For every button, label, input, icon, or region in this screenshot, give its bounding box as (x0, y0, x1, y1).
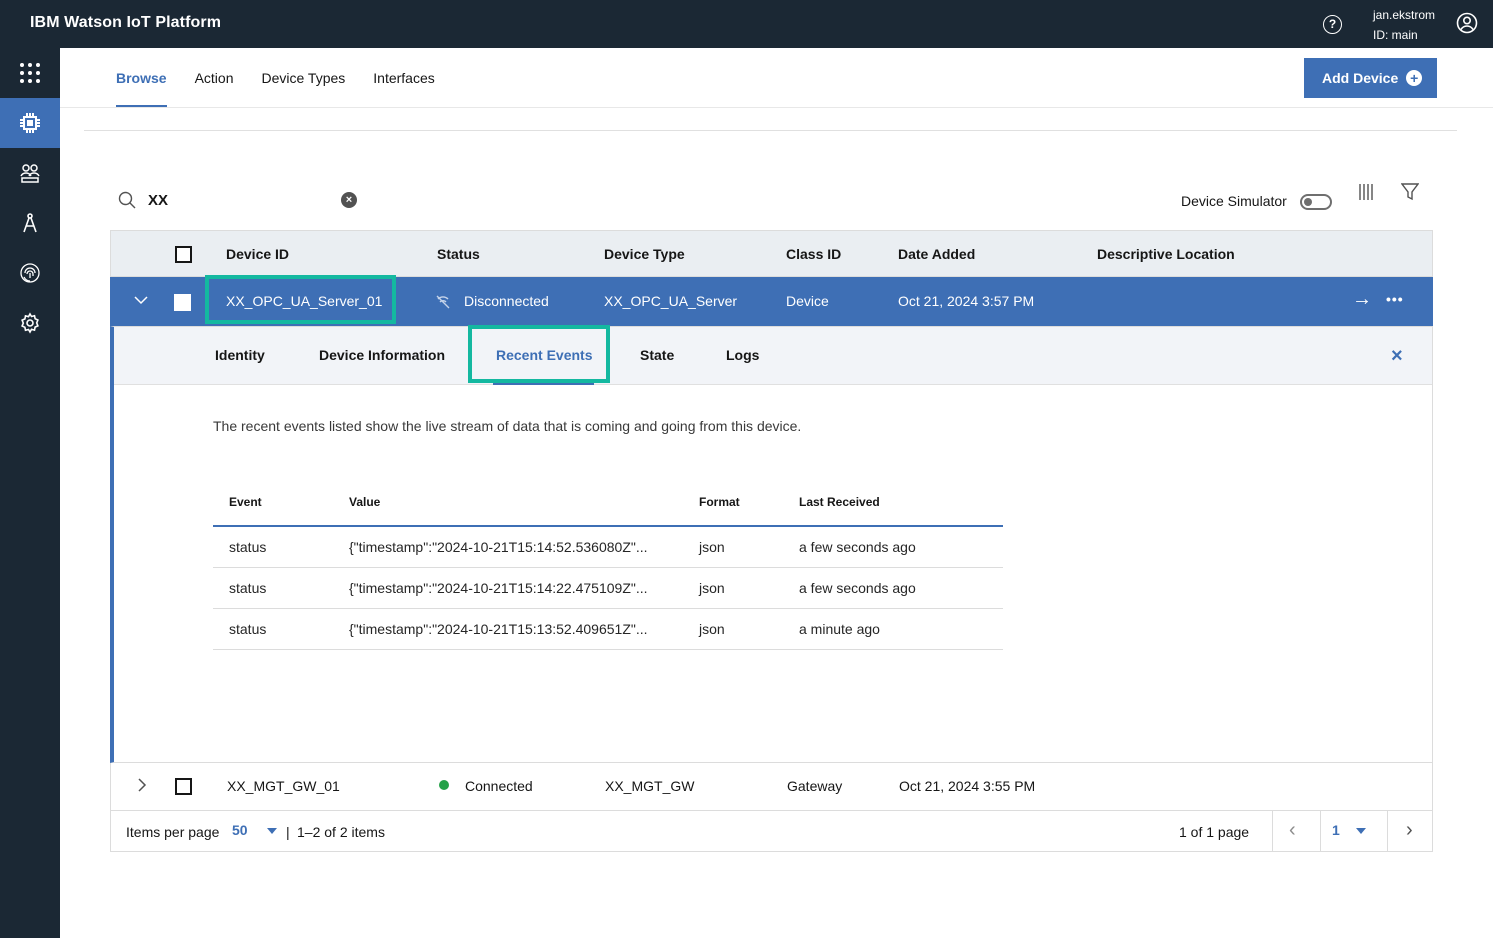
left-sidebar (0, 48, 60, 938)
add-circle-icon: + (1406, 70, 1423, 86)
disconnected-icon (436, 295, 450, 309)
event-value: {"timestamp":"2024-10-21T15:13:52.409651… (349, 621, 648, 637)
compass-apps-icon[interactable] (0, 198, 60, 248)
close-icon[interactable]: × (1391, 345, 1403, 368)
device-id-cell[interactable]: XX_MGT_GW_01 (227, 778, 340, 794)
event-name: status (229, 621, 267, 637)
apps-grid-icon[interactable] (0, 48, 60, 98)
events-header-last-received: Last Received (799, 495, 880, 509)
event-format: json (699, 580, 725, 596)
app-title[interactable]: IBM Watson IoT Platform (30, 14, 221, 32)
row-checkbox[interactable] (174, 294, 191, 311)
tab-state[interactable]: State (640, 347, 674, 363)
search-icon (118, 191, 136, 209)
class-id-cell: Device (786, 293, 829, 309)
search-input[interactable] (148, 189, 338, 211)
date-added-cell: Oct 21, 2024 3:55 PM (899, 778, 1036, 794)
device-simulator-label: Device Simulator (1181, 193, 1287, 209)
header-descriptive-location[interactable]: Descriptive Location (1097, 246, 1235, 262)
chip-devices-icon[interactable] (0, 98, 60, 148)
next-page-button[interactable]: › (1406, 819, 1413, 842)
event-name: status (229, 580, 267, 596)
page-info: 1 of 1 page (1179, 824, 1250, 840)
header-device-type[interactable]: Device Type (604, 246, 685, 262)
columns-icon[interactable] (1358, 183, 1374, 201)
chevron-right-icon[interactable] (137, 778, 147, 792)
add-device-button[interactable]: Add Device + (1304, 58, 1437, 98)
items-per-page-label: Items per page (126, 824, 220, 840)
top-bar: IBM Watson IoT Platform ? jan.ekstrom ID… (0, 0, 1493, 48)
event-row[interactable]: status {"timestamp":"2024-10-21T15:14:22… (213, 568, 1003, 609)
main-tabs: Browse Action Device Types Interfaces (116, 70, 463, 108)
event-last-received: a few seconds ago (799, 539, 916, 555)
connected-status-icon (439, 780, 449, 790)
previous-page-button[interactable]: ‹ (1289, 819, 1296, 842)
table-header: Device ID Status Device Type Class ID Da… (110, 230, 1433, 277)
event-format: json (699, 621, 725, 637)
header-device-id[interactable]: Device ID (226, 246, 289, 262)
status-cell: Disconnected (464, 293, 549, 309)
pagination-bar: Items per page 50 | 1–2 of 2 items 1 of … (110, 811, 1433, 852)
device-detail-panel: Identity Device Information Recent Event… (110, 326, 1433, 763)
select-all-checkbox[interactable] (175, 246, 192, 263)
tab-device-information[interactable]: Device Information (319, 347, 445, 363)
header-status[interactable]: Status (437, 246, 480, 262)
fingerprint-security-icon[interactable] (0, 248, 60, 298)
device-id-highlight (205, 275, 396, 324)
items-range: 1–2 of 2 items (297, 824, 385, 840)
detail-tabs: Identity Device Information Recent Event… (114, 327, 1432, 385)
event-name: status (229, 539, 267, 555)
arrow-right-icon[interactable]: → (1352, 288, 1372, 311)
table-row[interactable]: XX_MGT_GW_01 Connected XX_MGT_GW Gateway… (110, 763, 1433, 811)
device-type-cell: XX_MGT_GW (605, 778, 695, 794)
event-row[interactable]: status {"timestamp":"2024-10-21T15:13:52… (213, 609, 1003, 650)
user-name: jan.ekstrom (1373, 8, 1436, 22)
help-icon[interactable]: ? (1323, 15, 1342, 34)
chevron-down-icon[interactable] (134, 295, 148, 305)
header-date-added[interactable]: Date Added (898, 246, 975, 262)
row-checkbox[interactable] (175, 778, 192, 795)
device-simulator-toggle[interactable] (1300, 194, 1332, 210)
device-type-cell: XX_OPC_UA_Server (604, 293, 738, 309)
recent-events-highlight (468, 325, 610, 383)
tab-identity[interactable]: Identity (215, 347, 265, 363)
page-caret-down-icon[interactable] (1356, 828, 1366, 834)
user-avatar-icon[interactable] (1456, 12, 1478, 34)
events-table-header: Event Value Format Last Received (213, 487, 1003, 527)
page-select[interactable]: 1 (1332, 822, 1340, 838)
event-last-received: a minute ago (799, 621, 880, 637)
events-header-value: Value (349, 495, 381, 509)
items-per-page-select[interactable]: 50 (232, 822, 248, 838)
tab-browse[interactable]: Browse (116, 70, 167, 108)
separator-bar: | (286, 824, 290, 840)
events-header-format: Format (699, 495, 740, 509)
overflow-menu-icon[interactable]: ••• (1386, 291, 1404, 307)
tab-interfaces[interactable]: Interfaces (373, 70, 434, 108)
tab-device-types[interactable]: Device Types (262, 70, 346, 108)
content-divider (84, 130, 1457, 131)
clear-search-icon[interactable]: × (341, 192, 357, 208)
gear-settings-icon[interactable] (0, 298, 60, 348)
status-cell: Connected (465, 778, 533, 794)
date-added-cell: Oct 21, 2024 3:57 PM (898, 293, 1035, 309)
caret-down-icon[interactable] (267, 828, 277, 834)
tab-action[interactable]: Action (195, 70, 234, 108)
add-device-label: Add Device (1322, 70, 1399, 86)
filter-icon[interactable] (1401, 183, 1419, 201)
tab-logs[interactable]: Logs (726, 347, 759, 363)
nav-divider (60, 107, 1493, 108)
event-value: {"timestamp":"2024-10-21T15:14:22.475109… (349, 580, 648, 596)
event-row[interactable]: status {"timestamp":"2024-10-21T15:14:52… (213, 527, 1003, 568)
recent-events-description: The recent events listed show the live s… (213, 418, 802, 434)
event-value: {"timestamp":"2024-10-21T15:14:52.536080… (349, 539, 648, 555)
event-format: json (699, 539, 725, 555)
event-last-received: a few seconds ago (799, 580, 916, 596)
members-icon[interactable] (0, 148, 60, 198)
user-id: ID: main (1373, 28, 1418, 42)
header-class-id[interactable]: Class ID (786, 246, 841, 262)
class-id-cell: Gateway (787, 778, 843, 794)
events-header-event: Event (229, 495, 262, 509)
user-info[interactable]: jan.ekstrom ID: main (1373, 5, 1435, 45)
